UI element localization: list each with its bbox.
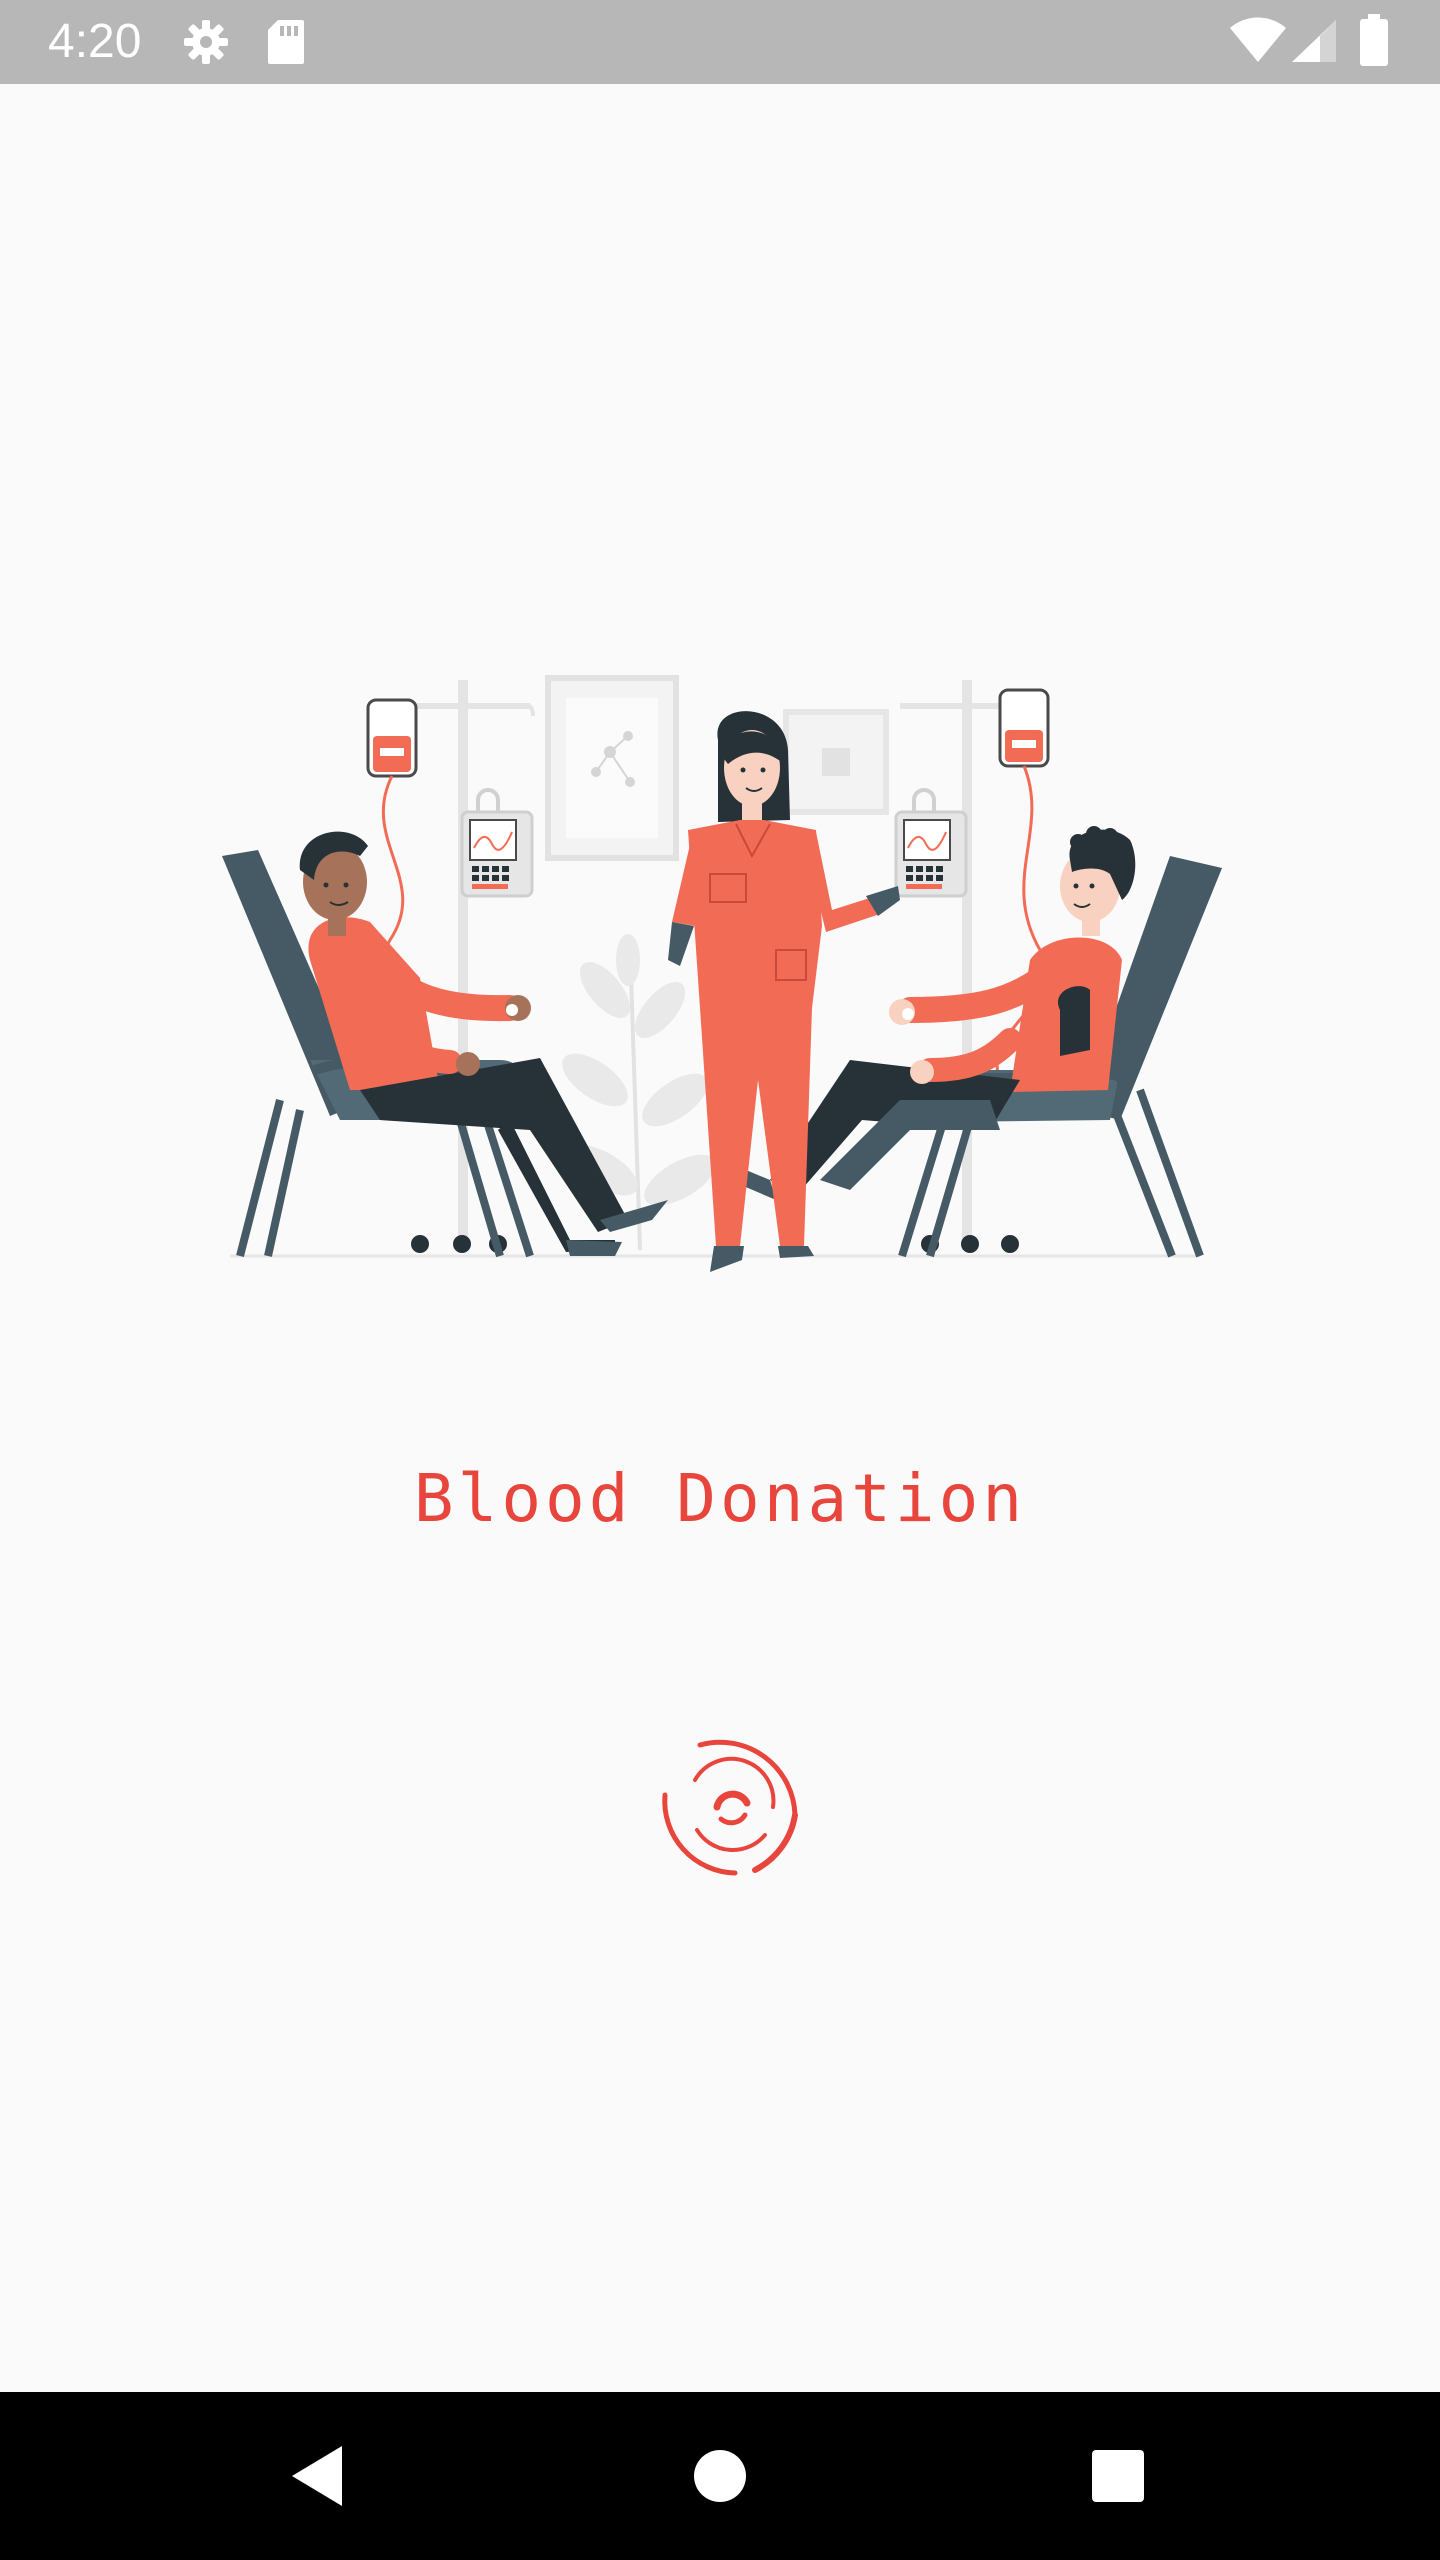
status-bar: 4:20 bbox=[0, 0, 1440, 84]
signal-icon bbox=[1292, 20, 1336, 62]
loading-spinner-icon bbox=[662, 1739, 798, 1876]
battery-icon bbox=[1360, 14, 1388, 66]
wifi-icon bbox=[1230, 17, 1286, 62]
app-title: Blood Donation bbox=[413, 1460, 1027, 1537]
navigation-bar bbox=[0, 2392, 1440, 2560]
monitor-left-icon bbox=[460, 788, 534, 898]
splash-screen: 4:20 Blood Donation bbox=[0, 0, 1440, 2560]
status-time: 4:20 bbox=[48, 15, 142, 68]
home-icon[interactable] bbox=[680, 2436, 760, 2516]
monitor-right-icon bbox=[894, 788, 968, 898]
back-icon[interactable] bbox=[280, 2436, 360, 2516]
blood-donation-illustration bbox=[222, 675, 1222, 1272]
sd-card-icon bbox=[268, 20, 304, 64]
recents-icon[interactable] bbox=[1078, 2436, 1158, 2516]
gear-icon bbox=[184, 20, 228, 64]
